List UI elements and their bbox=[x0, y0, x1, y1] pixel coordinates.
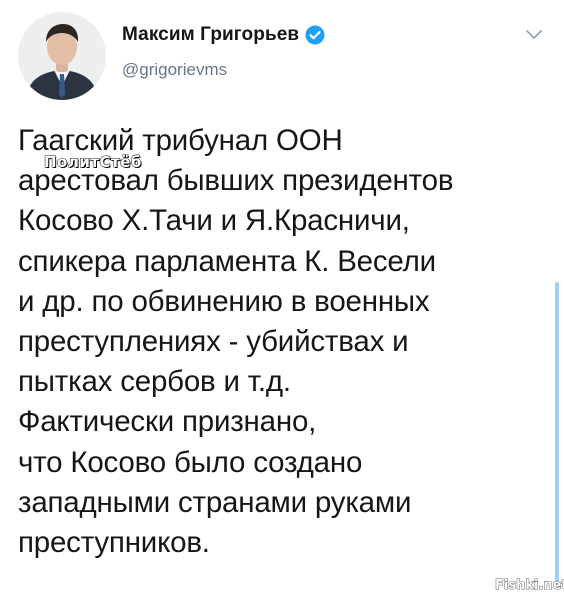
watermark-fishki: Fishki.net bbox=[495, 578, 564, 594]
verified-badge-icon bbox=[305, 25, 325, 45]
author-name-row: Максим Григорьев bbox=[122, 24, 325, 46]
avatar-photo bbox=[18, 12, 106, 100]
author-handle[interactable]: @grigorievms bbox=[122, 60, 227, 80]
tweet-text: Гаагский трибунал ООН арестовал бывших п… bbox=[18, 124, 454, 560]
chevron-down-icon[interactable] bbox=[525, 28, 543, 40]
watermark-politsteb: ПолитСтёб bbox=[43, 152, 142, 171]
avatar[interactable] bbox=[18, 12, 106, 100]
scrollbar[interactable] bbox=[555, 282, 559, 582]
author-display-name[interactable]: Максим Григорьев bbox=[122, 24, 299, 46]
